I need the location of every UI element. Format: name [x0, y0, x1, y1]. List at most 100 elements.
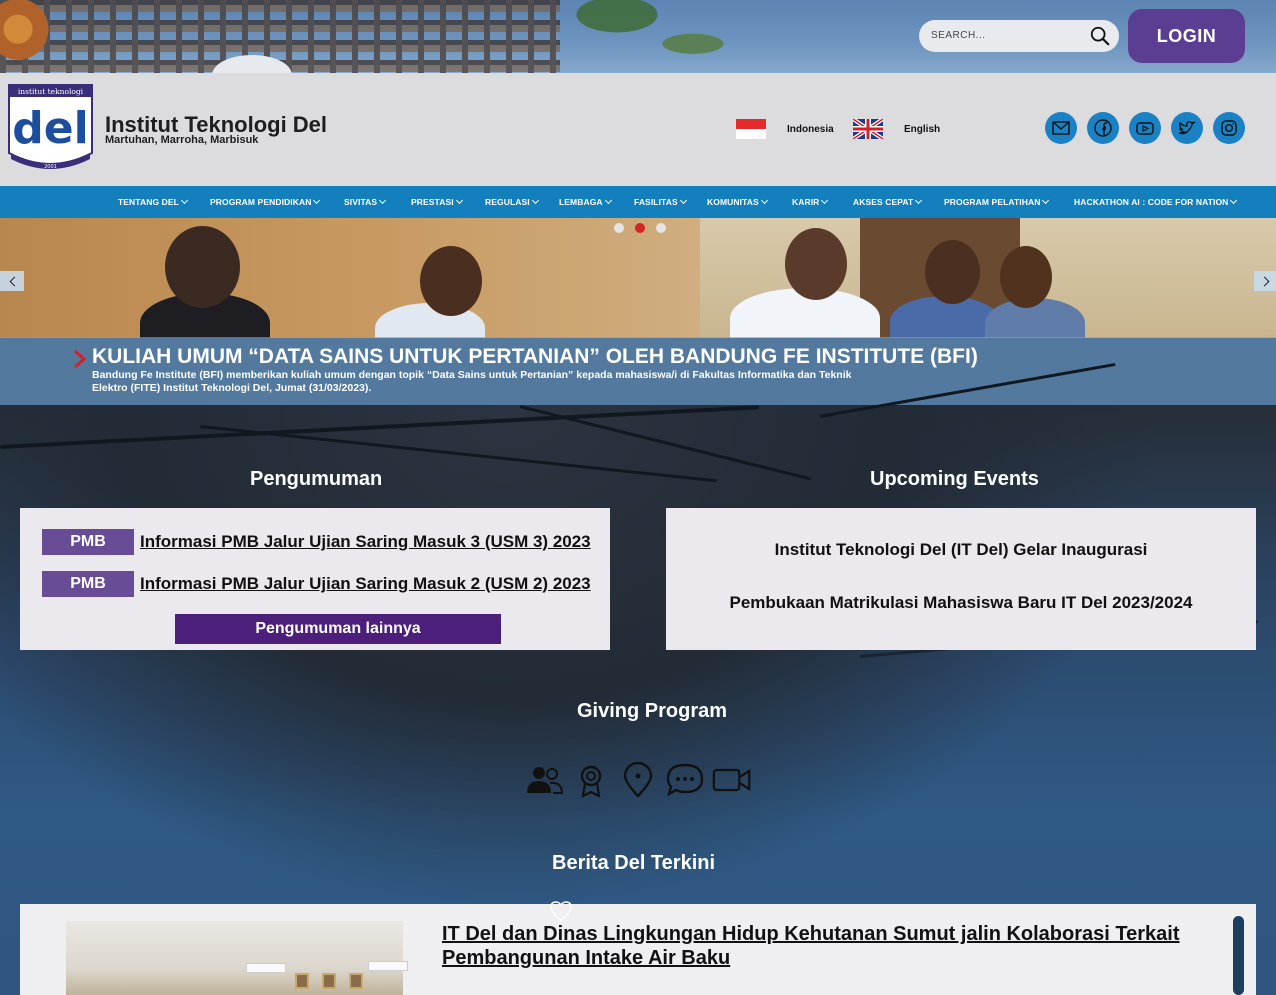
giving-heading: Giving Program [577, 700, 728, 722]
banner-tree [560, 0, 750, 73]
heart-icon[interactable] [549, 900, 573, 922]
institute-logo[interactable]: institut teknologi del 2001 [7, 83, 94, 175]
language-indonesia[interactable]: Indonesia [787, 124, 834, 135]
event-link[interactable]: Institut Teknologi Del (IT Del) Gelar In… [666, 540, 1256, 560]
hero-description: Bandung Fe Institute (BFI) memberikan ku… [92, 369, 852, 394]
nav-item-prestasi[interactable]: PRESTASI [411, 196, 463, 207]
news-scrollbar[interactable] [1233, 916, 1244, 995]
photo-frame [322, 973, 336, 989]
chevron-down-icon [379, 196, 387, 205]
hero-title[interactable]: KULIAH UMUM “DATA SAINS UNTUK PERTANIAN”… [92, 345, 978, 369]
photo-frame [349, 973, 363, 989]
location-pin-icon[interactable] [618, 762, 658, 798]
nav-item-program-pendidikan[interactable]: PROGRAM PENDIDIKAN [210, 196, 321, 207]
chevron-down-icon [821, 196, 829, 205]
carousel-next-button[interactable] [1254, 271, 1276, 291]
indonesia-flag-icon[interactable] [736, 119, 766, 139]
nav-item-akses-cepat[interactable]: AKSES CEPAT [853, 196, 923, 207]
announcement-tag: PMB [42, 571, 134, 597]
chevron-down-icon [180, 196, 188, 205]
nav-label: PROGRAM PELATIHAN [944, 197, 1041, 207]
youtube-icon[interactable] [1129, 112, 1161, 144]
nav-item-fasilitas[interactable]: FASILITAS [634, 196, 687, 207]
chevron-down-icon [1042, 196, 1050, 205]
chevron-down-icon [1230, 196, 1238, 205]
event-link[interactable]: Pembukaan Matrikulasi Mahasiswa Baru IT … [666, 593, 1256, 613]
carousel-dot-2[interactable] [635, 223, 645, 233]
site-header: institut teknologi del 2001 Institut Tek… [0, 73, 1276, 186]
nav-item-regulasi[interactable]: REGULASI [485, 196, 539, 207]
news-card: IT Del dan Dinas Lingkungan Hidup Kehuta… [20, 904, 1256, 995]
hero-carousel[interactable]: KULIAH UMUM “DATA SAINS UNTUK PERTANIAN”… [0, 218, 1276, 405]
carousel-prev-button[interactable] [0, 271, 24, 291]
mail-icon[interactable] [1045, 112, 1077, 144]
nav-item-hackathon[interactable]: HACKATHON AI : CODE FOR NATION [1074, 196, 1238, 207]
twitter-icon[interactable] [1171, 112, 1203, 144]
svg-text:2001: 2001 [44, 164, 57, 170]
nav-label: SIVITAS [344, 197, 378, 207]
nav-label: FASILITAS [634, 197, 678, 207]
news-heading: Berita Del Terkini [552, 852, 716, 874]
chevron-down-icon [604, 196, 612, 205]
svg-text:del: del [12, 103, 88, 154]
uk-flag-icon[interactable] [853, 119, 883, 139]
more-announcements-button[interactable]: Pengumuman lainnya [175, 614, 501, 644]
main-navigation: TENTANG DEL PROGRAM PENDIDIKAN SIVITAS P… [0, 186, 1276, 218]
news-photo[interactable] [66, 921, 408, 995]
chevron-down-icon [679, 196, 687, 205]
hero-photo-head [420, 246, 482, 316]
carousel-dot-3[interactable] [656, 223, 666, 233]
nav-item-karir[interactable]: KARIR [792, 196, 829, 207]
announcements-heading: Pengumuman [250, 468, 383, 490]
nav-label: HACKATHON AI : CODE FOR NATION [1074, 197, 1229, 207]
video-camera-icon[interactable] [712, 762, 752, 798]
photo-air-conditioner [246, 963, 286, 973]
hero-photo-head [165, 226, 240, 308]
chat-bubble-icon[interactable] [665, 762, 705, 798]
nav-item-komunitas[interactable]: KOMUNITAS [707, 196, 768, 207]
news-title-link[interactable]: IT Del dan Dinas Lingkungan Hidup Kehuta… [442, 922, 1222, 970]
chevron-down-icon [313, 196, 321, 205]
bg-branch [0, 405, 760, 449]
announcements-panel: PMB Informasi PMB Jalur Ujian Saring Mas… [20, 508, 610, 650]
nav-item-sivitas[interactable]: SIVITAS [344, 196, 387, 207]
chevron-down-icon [455, 196, 463, 205]
nav-label: REGULASI [485, 197, 530, 207]
site-tagline: Martuhan, Marroha, Marbisuk [105, 134, 259, 146]
nav-item-program-pelatihan[interactable]: PROGRAM PELATIHAN [944, 196, 1050, 207]
nav-label: PROGRAM PENDIDIKAN [210, 197, 312, 207]
announcement-link[interactable]: Informasi PMB Jalur Ujian Saring Masuk 3… [140, 532, 591, 552]
chevron-left-icon [9, 276, 19, 286]
events-panel: Institut Teknologi Del (IT Del) Gelar In… [666, 508, 1256, 650]
login-button[interactable]: LOGIN [1128, 9, 1245, 63]
nav-item-lembaga[interactable]: LEMBAGA [559, 196, 612, 207]
announcement-tag: PMB [42, 529, 134, 555]
chevron-down-icon [915, 196, 923, 205]
announcement-link[interactable]: Informasi PMB Jalur Ujian Saring Masuk 2… [140, 574, 591, 594]
photo-frame [295, 973, 309, 989]
events-heading: Upcoming Events [870, 468, 1039, 490]
search-icon[interactable] [1089, 25, 1111, 47]
carousel-dot-1[interactable] [614, 223, 624, 233]
instagram-icon[interactable] [1213, 112, 1245, 144]
nav-label: AKSES CEPAT [853, 197, 914, 207]
facebook-icon[interactable] [1087, 112, 1119, 144]
search-placeholder: SEARCH... [931, 30, 986, 41]
bg-branch [519, 405, 812, 481]
award-icon[interactable] [571, 762, 611, 798]
language-english[interactable]: English [904, 124, 940, 135]
chevron-right-icon [1259, 276, 1269, 286]
nav-label: TENTANG DEL [118, 197, 179, 207]
chevron-down-icon [531, 196, 539, 205]
nav-label: LEMBAGA [559, 197, 603, 207]
hero-photo-head [925, 240, 980, 304]
nav-label: KOMUNITAS [707, 197, 759, 207]
nav-item-tentang-del[interactable]: TENTANG DEL [118, 196, 188, 207]
svg-text:institut teknologi: institut teknologi [18, 87, 84, 96]
users-icon[interactable] [524, 762, 564, 798]
nav-label: PRESTASI [411, 197, 454, 207]
search-input[interactable]: SEARCH... [919, 20, 1119, 52]
chevron-down-icon [760, 196, 768, 205]
nav-label: KARIR [792, 197, 820, 207]
chevron-right-icon [74, 349, 87, 369]
